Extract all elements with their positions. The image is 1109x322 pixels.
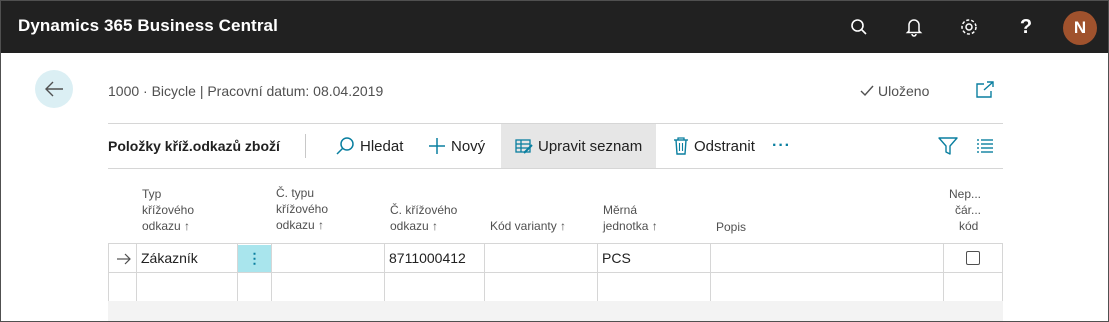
back-button[interactable] (35, 70, 73, 108)
header-line: Č. typu (276, 186, 315, 200)
grid-footer (108, 301, 1003, 321)
discontinue-checkbox[interactable] (966, 251, 980, 265)
separator (305, 134, 306, 158)
gear-icon[interactable] (957, 15, 981, 39)
breadcrumb: 1000 · Bicycle | Pracovní datum: 08.04.2… (108, 83, 384, 99)
search-icon[interactable] (847, 15, 871, 39)
table-row[interactable]: Zákazník ⋮ 8711000412 PCS (108, 244, 1003, 273)
header-line: Č. křížového (390, 203, 458, 217)
new-label: Nový (451, 137, 486, 155)
cell-uom[interactable]: PCS (598, 244, 711, 273)
plus-icon (429, 138, 445, 154)
table-row[interactable] (108, 273, 1003, 302)
header-line: čár... (955, 203, 982, 217)
cell-cross-ref-no[interactable]: 8711000412 (385, 244, 485, 273)
header-line: jednotka ↑ (603, 219, 658, 233)
search-icon (336, 137, 354, 155)
divider (108, 168, 1003, 169)
edit-list-button[interactable]: Upravit seznam (501, 124, 656, 168)
app-window: Dynamics 365 Business Central ? N 1000 ·… (0, 0, 1109, 322)
delete-label: Odstranit (694, 137, 755, 155)
header-line: křížového (142, 203, 195, 217)
header-line: Kód varianty ↑ (490, 219, 567, 233)
cell-type-no[interactable] (272, 244, 385, 273)
app-title[interactable]: Dynamics 365 Business Central (18, 16, 278, 36)
delete-button[interactable]: Odstranit (673, 124, 755, 168)
column-header-variant[interactable]: Kód varianty ↑ (490, 218, 566, 234)
column-header-description[interactable]: Popis (716, 219, 746, 235)
column-header-type-no[interactable]: Č. typu křížového odkazu ↑ (276, 185, 328, 233)
row-menu-button[interactable]: ⋮ (238, 245, 271, 272)
avatar[interactable]: N (1063, 11, 1097, 45)
header-line: odkazu ↑ (276, 218, 325, 232)
header-line: kód (959, 219, 979, 233)
header-line: odkazu ↑ (390, 219, 439, 233)
cell-variant[interactable] (485, 244, 598, 273)
saved-status: Uloženo (859, 83, 929, 99)
help-icon[interactable]: ? (1014, 15, 1038, 39)
header-line: odkazu ↑ (142, 219, 191, 233)
edit-list-icon (515, 139, 533, 154)
header-line: Popis (716, 220, 747, 234)
filter-icon[interactable] (938, 124, 963, 168)
saved-label: Uloženo (878, 83, 930, 99)
list-view-icon[interactable] (976, 124, 999, 168)
search-action-button[interactable]: Hledat (335, 124, 403, 168)
search-action-label: Hledat (360, 137, 404, 155)
cell-description[interactable] (711, 244, 944, 273)
header-line: Měrná (603, 203, 638, 217)
header-line: křížového (276, 202, 329, 216)
arrow-left-icon (45, 81, 63, 97)
top-bar: Dynamics 365 Business Central ? N (1, 1, 1108, 53)
column-header-cross-ref-no[interactable]: Č. křížového odkazu ↑ (390, 202, 457, 234)
header-line: Typ (142, 187, 162, 201)
row-indicator-icon (112, 244, 140, 273)
column-header-discontinue[interactable]: Nep... čár... kód (949, 186, 981, 234)
header-line: Nep... (949, 187, 982, 201)
edit-list-label: Upravit seznam (538, 137, 643, 155)
cell-type[interactable]: Zákazník (137, 244, 238, 273)
trash-icon (674, 137, 688, 155)
checkmark-icon (860, 85, 874, 97)
action-bar: Položky kříž.odkazů zboží Hledat Nový Up… (108, 124, 1003, 168)
open-new-window-icon[interactable] (975, 81, 995, 104)
column-header-type[interactable]: Typ křížového odkazu ↑ (142, 186, 194, 234)
new-button[interactable]: Nový (428, 124, 485, 168)
bell-icon[interactable] (902, 15, 926, 39)
more-actions-button[interactable]: ··· (772, 124, 791, 168)
column-header-uom[interactable]: Měrná jednotka ↑ (603, 202, 658, 234)
page-title: Položky kříž.odkazů zboží (108, 138, 280, 154)
